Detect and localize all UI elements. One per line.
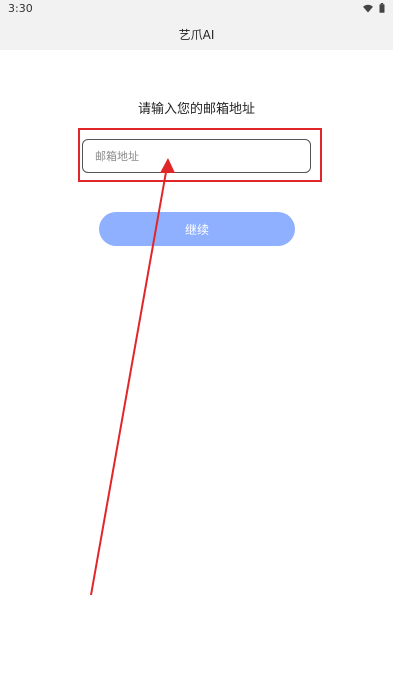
status-bar: 3:30 bbox=[0, 0, 393, 18]
wifi-icon bbox=[363, 4, 373, 12]
screen: 3:30 艺爪AI 请输入您的邮箱地址 继续 bbox=[0, 0, 393, 700]
app-title: 艺爪AI bbox=[178, 28, 215, 42]
email-input[interactable] bbox=[82, 139, 311, 173]
status-icons bbox=[363, 3, 385, 13]
continue-button[interactable]: 继续 bbox=[99, 212, 295, 246]
status-time: 3:30 bbox=[8, 2, 33, 15]
app-bar: 艺爪AI bbox=[0, 18, 393, 50]
email-prompt: 请输入您的邮箱地址 bbox=[137, 102, 255, 117]
battery-icon bbox=[379, 3, 385, 13]
